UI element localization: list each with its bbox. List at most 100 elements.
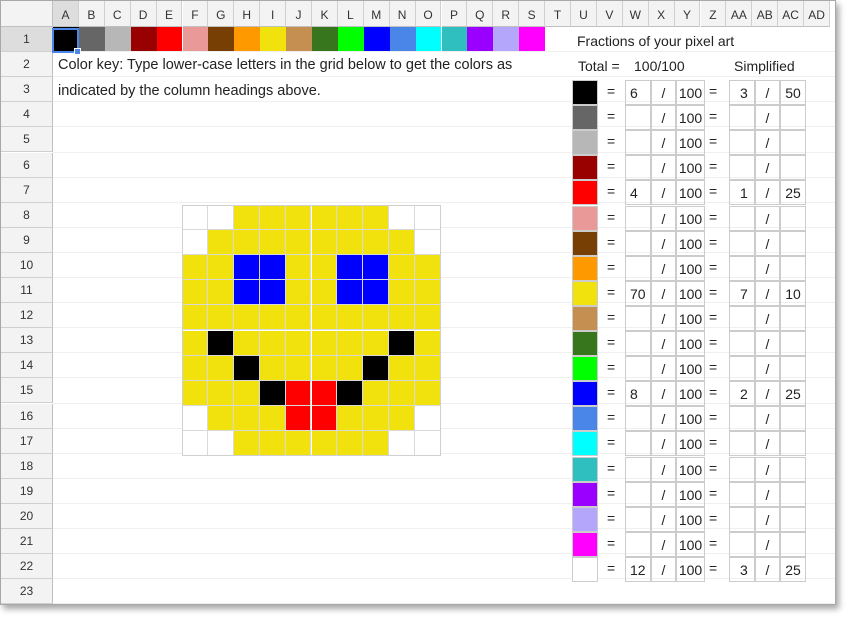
numerator-cell[interactable] [625,331,651,357]
palette-swatch[interactable] [415,27,442,52]
numerator-cell[interactable] [625,531,651,557]
row-header-20[interactable]: 20 [1,503,53,529]
column-header-t[interactable]: T [545,1,571,27]
row-header-14[interactable]: 14 [1,353,53,379]
slash-cell: / [651,130,676,156]
palette-swatch[interactable] [467,27,494,52]
equals-sign: = [709,133,718,150]
numerator-cell[interactable] [625,406,651,432]
row-header-22[interactable]: 22 [1,554,53,580]
slash-cell: / [651,80,676,106]
column-header-d[interactable]: D [130,1,157,27]
row-header-18[interactable]: 18 [1,453,53,479]
numerator-cell[interactable]: 8 [625,381,651,407]
numerator-cell[interactable]: 6 [625,80,651,106]
column-header-ab[interactable]: AB [752,1,779,27]
row-header-9[interactable]: 9 [1,227,53,253]
numerator-cell[interactable] [625,506,651,532]
row-header-21[interactable]: 21 [1,529,53,555]
column-header-o[interactable]: O [415,1,442,27]
column-header-s[interactable]: S [519,1,546,27]
palette-swatch[interactable] [519,27,546,52]
column-header-k[interactable]: K [312,1,338,27]
numerator-cell[interactable]: 4 [625,180,651,206]
column-header-n[interactable]: N [389,1,416,27]
column-header-l[interactable]: L [337,1,364,27]
palette-swatch[interactable] [208,27,235,52]
palette-swatch[interactable] [441,27,468,52]
palette-swatch[interactable] [337,27,364,52]
row-header-2[interactable]: 2 [1,52,53,78]
row-header-15[interactable]: 15 [1,378,53,404]
palette-swatch[interactable] [363,27,390,52]
row-header-8[interactable]: 8 [1,202,53,228]
column-header-j[interactable]: J [286,1,312,27]
numerator-cell[interactable] [625,155,651,181]
row-header-6[interactable]: 6 [1,152,53,178]
column-header-u[interactable]: U [571,1,597,27]
denominator-cell: 100 [676,280,705,306]
numerator-cell[interactable] [625,255,651,281]
row-header-10[interactable]: 10 [1,252,53,278]
simplified-denominator: 50 [780,80,806,106]
row-header-4[interactable]: 4 [1,102,53,128]
column-header-e[interactable]: E [156,1,183,27]
numerator-cell[interactable] [625,305,651,331]
equals-sign: = [709,233,718,250]
column-header-aa[interactable]: AA [726,1,753,27]
palette-swatch[interactable] [389,27,416,52]
palette-swatch[interactable] [493,27,520,52]
numerator-cell[interactable] [625,431,651,457]
numerator-cell[interactable] [625,130,651,156]
row-header-5[interactable]: 5 [1,127,53,153]
palette-swatch[interactable] [286,27,312,52]
numerator-cell[interactable] [625,456,651,482]
palette-swatch[interactable] [104,27,131,52]
column-header-y[interactable]: Y [674,1,701,27]
select-all-corner[interactable] [1,1,53,27]
column-header-v[interactable]: V [596,1,623,27]
column-header-g[interactable]: G [208,1,235,27]
palette-swatch[interactable] [182,27,209,52]
row-header-13[interactable]: 13 [1,328,53,354]
column-header-r[interactable]: R [493,1,520,27]
numerator-cell[interactable] [625,205,651,231]
row-header-23[interactable]: 23 [1,579,53,604]
column-header-ac[interactable]: AC [778,1,805,27]
column-header-p[interactable]: P [441,1,468,27]
numerator-cell[interactable]: 70 [625,280,651,306]
row-header-17[interactable]: 17 [1,428,53,454]
numerator-cell[interactable] [625,105,651,131]
column-header-a[interactable]: A [53,1,79,27]
column-header-q[interactable]: Q [467,1,494,27]
column-header-b[interactable]: B [78,1,105,27]
row-header-19[interactable]: 19 [1,478,53,504]
palette-swatch[interactable] [156,27,183,52]
numerator-cell[interactable] [625,481,651,507]
palette-swatch[interactable] [130,27,157,52]
numerator-cell[interactable] [625,356,651,382]
column-header-f[interactable]: F [182,1,209,27]
row-header-7[interactable]: 7 [1,177,53,203]
column-header-h[interactable]: H [234,1,261,27]
column-header-c[interactable]: C [104,1,131,27]
palette-swatch[interactable] [78,27,105,52]
palette-swatch[interactable] [312,27,338,52]
row-header-1[interactable]: 1 [1,27,53,53]
column-header-x[interactable]: X [648,1,675,27]
row-header-11[interactable]: 11 [1,278,53,304]
column-header-w[interactable]: W [622,1,649,27]
row-header-12[interactable]: 12 [1,303,53,329]
column-header-z[interactable]: Z [700,1,727,27]
row-header-16[interactable]: 16 [1,403,53,429]
numerator-cell[interactable] [625,230,651,256]
column-header-ad[interactable]: AD [804,1,830,27]
column-header-m[interactable]: M [363,1,390,27]
palette-swatch[interactable] [234,27,261,52]
row-header-3[interactable]: 3 [1,77,53,103]
fill-handle[interactable] [74,48,81,55]
palette-swatch[interactable] [260,27,287,52]
color-swatch [572,331,598,357]
numerator-cell[interactable]: 12 [625,556,651,582]
column-header-i[interactable]: I [260,1,287,27]
